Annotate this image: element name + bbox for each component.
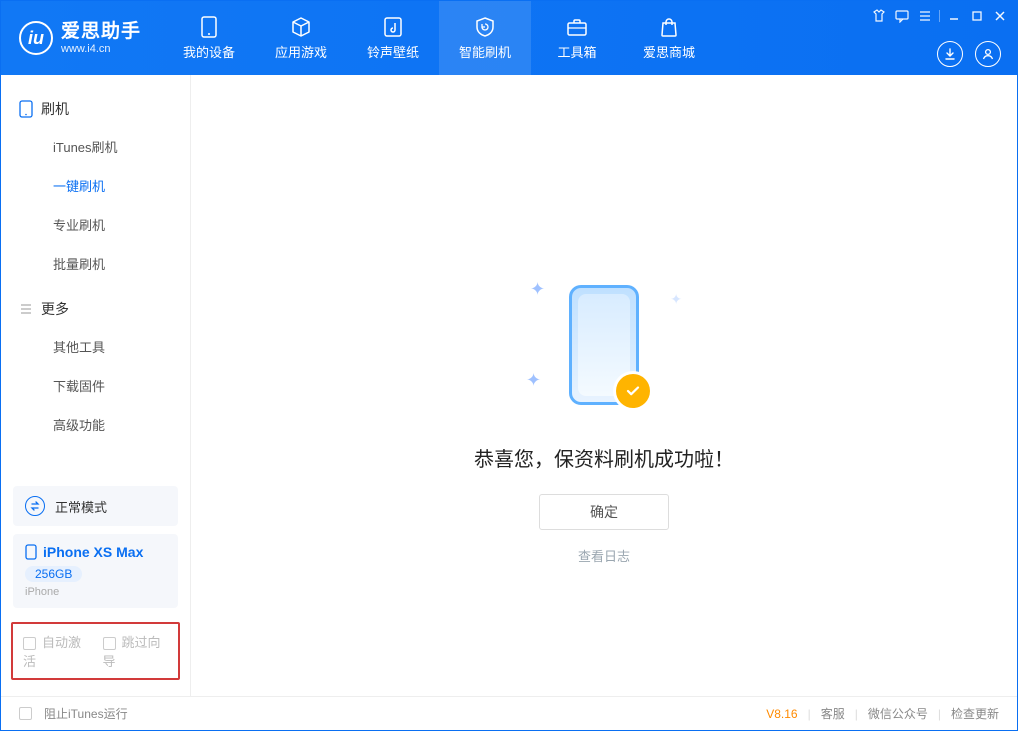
sidebar-group-more: 更多: [1, 283, 190, 327]
checkbox-icon: [23, 637, 36, 650]
toolbox-icon: [565, 16, 589, 38]
body: 刷机 iTunes刷机 一键刷机 专业刷机 批量刷机 更多 其他工具 下载固件 …: [1, 75, 1017, 696]
cube-icon: [289, 16, 313, 38]
logo-text: 爱思助手 www.i4.cn: [61, 21, 141, 55]
sparkle-icon: ✦: [670, 291, 682, 308]
shield-refresh-icon: [473, 16, 497, 38]
sidebar-item-oneclick-flash[interactable]: 一键刷机: [1, 166, 190, 205]
divider: |: [808, 707, 811, 721]
sidebar-item-itunes-flash[interactable]: iTunes刷机: [1, 127, 190, 166]
menu-icon[interactable]: [916, 7, 934, 25]
feedback-icon[interactable]: [893, 7, 911, 25]
phone-illustration: [569, 285, 639, 405]
close-button[interactable]: [991, 7, 1009, 25]
device-subtype: iPhone: [25, 586, 166, 598]
tab-label: 铃声壁纸: [367, 42, 419, 61]
tab-label: 智能刷机: [459, 42, 511, 61]
app-window: iu 爱思助手 www.i4.cn 我的设备 应用游戏: [0, 0, 1018, 731]
divider: |: [938, 707, 941, 721]
sidebar-item-download-firmware[interactable]: 下载固件: [1, 366, 190, 405]
success-illustration: ✦ ✦ ✦: [544, 275, 664, 415]
device-icon: [197, 16, 221, 38]
account-icon[interactable]: [975, 41, 1001, 67]
list-icon: [19, 302, 33, 316]
music-icon: [381, 16, 405, 38]
checkbox-icon: [19, 707, 32, 720]
phone-icon: [25, 544, 37, 560]
success-message: 恭喜您，保资料刷机成功啦！: [474, 443, 734, 472]
sidebar-group-title: 刷机: [41, 99, 69, 119]
main: ✦ ✦ ✦ 恭喜您，保资料刷机成功啦！ 确定 查看日志: [191, 75, 1017, 696]
version-label: V8.16: [766, 707, 797, 721]
device-capacity: 256GB: [25, 566, 82, 582]
checkbox-auto-activate[interactable]: 自动激活: [23, 632, 89, 670]
header-account-area: [937, 41, 1001, 67]
sidebar: 刷机 iTunes刷机 一键刷机 专业刷机 批量刷机 更多 其他工具 下载固件 …: [1, 75, 191, 696]
wechat-link[interactable]: 微信公众号: [868, 705, 928, 722]
tab-label: 我的设备: [183, 42, 235, 61]
logo-subtitle: www.i4.cn: [61, 43, 141, 56]
minimize-button[interactable]: [945, 7, 963, 25]
tab-apps-games[interactable]: 应用游戏: [255, 1, 347, 75]
sidebar-item-batch-flash[interactable]: 批量刷机: [1, 244, 190, 283]
highlighted-options: 自动激活 跳过向导: [11, 622, 180, 680]
divider: [939, 10, 940, 22]
check-badge-icon: [616, 374, 650, 408]
sparkle-icon: ✦: [530, 279, 545, 300]
checkbox-skip-guide[interactable]: 跳过向导: [103, 632, 169, 670]
mode-box[interactable]: 正常模式: [13, 486, 178, 526]
sidebar-item-other-tools[interactable]: 其他工具: [1, 327, 190, 366]
device-name: iPhone XS Max: [43, 544, 143, 560]
divider: |: [855, 707, 858, 721]
maximize-button[interactable]: [968, 7, 986, 25]
sparkle-icon: ✦: [526, 370, 541, 391]
sidebar-item-advanced[interactable]: 高级功能: [1, 405, 190, 444]
statusbar: 阻止iTunes运行 V8.16 | 客服 | 微信公众号 | 检查更新: [1, 696, 1017, 730]
sidebar-item-pro-flash[interactable]: 专业刷机: [1, 205, 190, 244]
header: iu 爱思助手 www.i4.cn 我的设备 应用游戏: [1, 1, 1017, 75]
view-log-link[interactable]: 查看日志: [578, 546, 630, 565]
nav-tabs: 我的设备 应用游戏 铃声壁纸 智能刷机: [163, 1, 715, 75]
logo-icon: iu: [19, 21, 53, 55]
confirm-button[interactable]: 确定: [539, 494, 669, 530]
swap-icon: [25, 496, 45, 516]
checkbox-block-itunes[interactable]: 阻止iTunes运行: [19, 705, 128, 722]
tab-label: 爱思商城: [643, 42, 695, 61]
logo: iu 爱思助手 www.i4.cn: [1, 1, 163, 75]
mode-label: 正常模式: [55, 497, 107, 516]
tab-label: 工具箱: [558, 42, 597, 61]
check-update-link[interactable]: 检查更新: [951, 705, 999, 722]
tab-label: 应用游戏: [275, 42, 327, 61]
device-name-row: iPhone XS Max: [25, 544, 166, 560]
support-link[interactable]: 客服: [821, 705, 845, 722]
phone-icon: [19, 100, 33, 118]
tab-toolbox[interactable]: 工具箱: [531, 1, 623, 75]
tab-smart-flash[interactable]: 智能刷机: [439, 1, 531, 75]
tab-my-device[interactable]: 我的设备: [163, 1, 255, 75]
logo-title: 爱思助手: [61, 21, 141, 43]
device-box[interactable]: iPhone XS Max 256GB iPhone: [13, 534, 178, 608]
sidebar-bottom: 正常模式 iPhone XS Max 256GB iPhone 自动激活 跳: [1, 478, 190, 696]
tab-ringtones-wallpapers[interactable]: 铃声壁纸: [347, 1, 439, 75]
window-controls: [870, 7, 1009, 25]
shirt-icon[interactable]: [870, 7, 888, 25]
shopping-bag-icon: [657, 16, 681, 38]
sidebar-group-flash: 刷机: [1, 83, 190, 127]
download-icon[interactable]: [937, 41, 963, 67]
sidebar-group-title: 更多: [41, 299, 69, 319]
statusbar-right: V8.16 | 客服 | 微信公众号 | 检查更新: [766, 705, 999, 722]
checkbox-icon: [103, 637, 116, 650]
tab-store[interactable]: 爱思商城: [623, 1, 715, 75]
